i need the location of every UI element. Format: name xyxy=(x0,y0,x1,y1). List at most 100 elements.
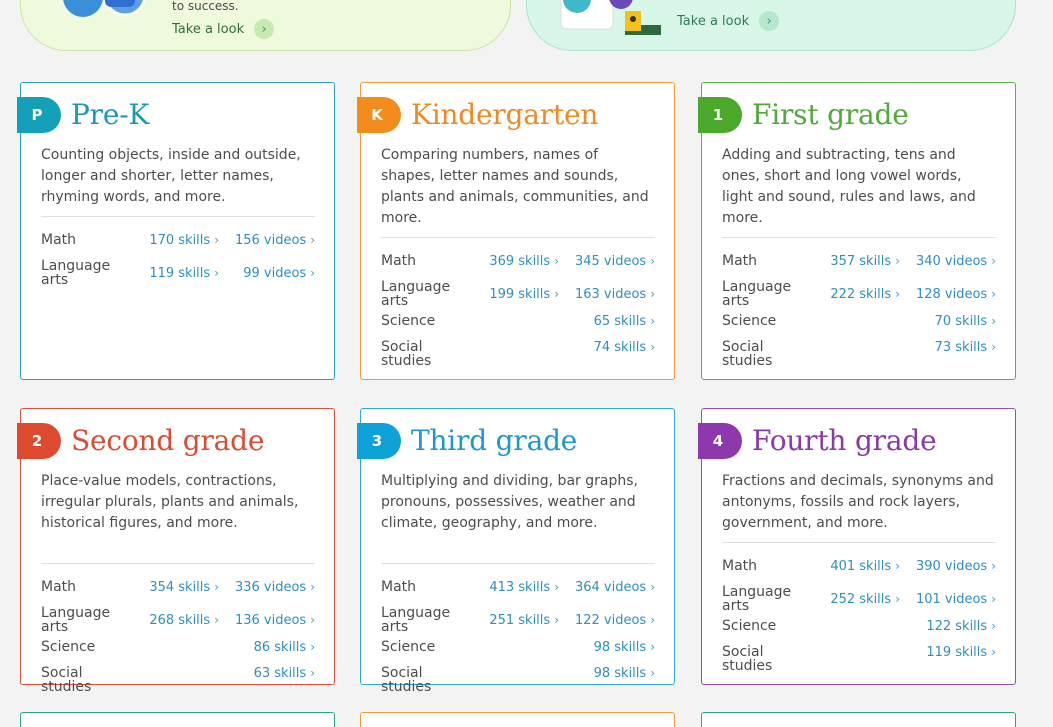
videos-link[interactable]: 156 videos › xyxy=(235,233,315,248)
skills-link[interactable]: 251 skills › xyxy=(489,613,559,628)
subject-name: Science xyxy=(722,618,777,634)
subject-name: Language arts xyxy=(722,584,792,614)
chevron-right-icon: › xyxy=(991,592,996,606)
subject-name: Science xyxy=(722,313,777,329)
grade-title-link[interactable]: Second grade xyxy=(71,423,264,459)
videos-link[interactable]: 340 videos › xyxy=(916,254,996,269)
banner-illustration-icon xyxy=(560,0,661,35)
banner-right-take-look-link[interactable]: Take a look › xyxy=(677,11,780,31)
grade-card-second-grade: 2 Second grade Place-value models, contrac… xyxy=(17,408,335,694)
skills-link[interactable]: 252 skills › xyxy=(830,592,900,607)
chevron-right-icon: › xyxy=(991,287,996,301)
skills-link[interactable]: 354 skills › xyxy=(149,580,219,595)
subject-row: Language arts 199 skills › 163 videos › xyxy=(381,279,655,313)
skills-link[interactable]: 73 skills › xyxy=(935,340,996,355)
chevron-right-icon: › xyxy=(895,592,900,606)
chevron-right-icon: › xyxy=(895,254,900,268)
subject-name: Social studies xyxy=(381,339,432,369)
chevron-right-icon: › xyxy=(650,340,655,354)
banner-left-take-look-link[interactable]: Take a look › xyxy=(172,19,275,39)
grade-card-prek: P Pre-K Counting objects, inside and outsi… xyxy=(17,82,335,380)
subject-row: Science 86 skills › xyxy=(41,639,315,665)
skills-link[interactable]: 63 skills › xyxy=(254,666,315,681)
subject-name: Social studies xyxy=(41,665,92,695)
subject-name: Math xyxy=(41,579,77,595)
chevron-right-icon: › xyxy=(214,233,219,247)
chevron-right-icon: › xyxy=(310,666,315,680)
grade-title-link[interactable]: Kindergarten xyxy=(411,97,598,133)
chevron-right-icon: › xyxy=(991,645,996,659)
videos-link[interactable]: 163 videos › xyxy=(575,287,655,302)
chevron-right-icon: › xyxy=(310,266,315,280)
skills-link[interactable]: 401 skills › xyxy=(830,559,900,574)
videos-link[interactable]: 136 videos › xyxy=(235,613,315,628)
grade-badge: 1 xyxy=(698,97,742,133)
subject-row: Language arts 222 skills › 128 videos › xyxy=(722,279,996,313)
skills-link[interactable]: 65 skills › xyxy=(594,314,655,329)
skills-link[interactable]: 369 skills › xyxy=(489,254,559,269)
skills-link[interactable]: 413 skills › xyxy=(489,580,559,595)
grade-card-kindergarten: K Kindergarten Comparing numbers, names of… xyxy=(357,82,675,380)
skills-link[interactable]: 199 skills › xyxy=(489,287,559,302)
divider xyxy=(722,542,996,543)
videos-link[interactable]: 101 videos › xyxy=(916,592,996,607)
videos-link[interactable]: 336 videos › xyxy=(235,580,315,595)
chevron-right-icon: › xyxy=(554,287,559,301)
grade-title-link[interactable]: Third grade xyxy=(411,423,577,459)
subject-row: Social studies 119 skills › xyxy=(722,644,996,674)
banner-illustration-icon xyxy=(63,0,146,17)
chevron-right-icon: › xyxy=(650,314,655,328)
skills-link[interactable]: 119 skills › xyxy=(926,645,996,660)
divider xyxy=(381,237,655,238)
subject-row: Social studies 74 skills › xyxy=(381,339,655,369)
chevron-right-icon: › xyxy=(991,254,996,268)
subject-row: Math 401 skills › 390 videos › xyxy=(722,558,996,584)
subject-row: Language arts 251 skills › 122 videos › xyxy=(381,605,655,639)
skills-link[interactable]: 70 skills › xyxy=(935,314,996,329)
subject-name: Language arts xyxy=(381,605,451,635)
skills-link[interactable]: 170 skills › xyxy=(149,233,219,248)
chevron-right-icon: › xyxy=(554,254,559,268)
videos-link[interactable]: 122 videos › xyxy=(575,613,655,628)
grade-badge: K xyxy=(357,97,401,133)
skills-link[interactable]: 74 skills › xyxy=(594,340,655,355)
subject-name: Science xyxy=(381,639,436,655)
grade-description: Multiplying and dividing, bar graphs, pr… xyxy=(381,473,638,531)
subject-row: Math 170 skills › 156 videos › xyxy=(41,232,315,258)
videos-link[interactable]: 128 videos › xyxy=(916,287,996,302)
grade-title-link[interactable]: First grade xyxy=(752,97,909,133)
videos-link[interactable]: 390 videos › xyxy=(916,559,996,574)
videos-link[interactable]: 364 videos › xyxy=(575,580,655,595)
grade-card-peek xyxy=(360,712,675,727)
chevron-right-icon: › xyxy=(991,559,996,573)
grade-description: Comparing numbers, names of shapes, lett… xyxy=(381,147,649,226)
subject-row: Social studies 63 skills › xyxy=(41,665,315,695)
skills-link[interactable]: 222 skills › xyxy=(830,287,900,302)
grade-title-link[interactable]: Pre-K xyxy=(71,97,149,133)
skills-link[interactable]: 122 skills › xyxy=(926,619,996,634)
subject-name: Math xyxy=(722,253,758,269)
skills-link[interactable]: 98 skills › xyxy=(594,640,655,655)
grade-badge: 2 xyxy=(17,423,61,459)
grade-card-first-grade: 1 First grade Adding and subtracting, tens… xyxy=(698,82,1016,380)
chevron-right-icon: › xyxy=(214,266,219,280)
skills-link[interactable]: 119 skills › xyxy=(149,266,219,281)
subject-row: Science 70 skills › xyxy=(722,313,996,339)
banner-left: to success. Take a look › xyxy=(20,0,511,51)
videos-link[interactable]: 345 videos › xyxy=(575,254,655,269)
skills-link[interactable]: 86 skills › xyxy=(254,640,315,655)
chevron-right-icon: › xyxy=(991,314,996,328)
subject-name: Social studies xyxy=(722,339,773,369)
chevron-right-icon: › xyxy=(650,287,655,301)
subject-row: Math 369 skills › 345 videos › xyxy=(381,253,655,279)
skills-link[interactable]: 98 skills › xyxy=(594,666,655,681)
videos-link[interactable]: 99 videos › xyxy=(243,266,315,281)
grade-title-link[interactable]: Fourth grade xyxy=(752,423,937,459)
chevron-right-icon: › xyxy=(991,619,996,633)
subject-name: Math xyxy=(381,253,417,269)
skills-link[interactable]: 268 skills › xyxy=(149,613,219,628)
subject-name: Science xyxy=(381,313,436,329)
subject-name: Social studies xyxy=(722,644,773,674)
skills-link[interactable]: 357 skills › xyxy=(830,254,900,269)
subject-name: Math xyxy=(41,232,77,248)
